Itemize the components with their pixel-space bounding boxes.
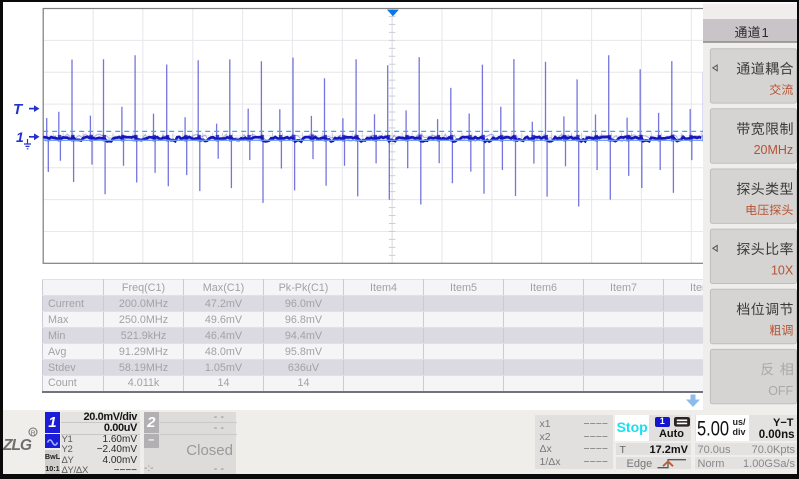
svg-text:T: T bbox=[13, 101, 24, 118]
svg-text:1: 1 bbox=[762, 25, 769, 40]
svg-text:R: R bbox=[31, 430, 36, 437]
svg-text:20MHz: 20MHz bbox=[754, 143, 794, 157]
svg-text:10X: 10X bbox=[771, 263, 794, 277]
svg-text:ZLG: ZLG bbox=[3, 437, 32, 454]
svg-text:1: 1 bbox=[16, 129, 24, 145]
svg-text:OFF: OFF bbox=[768, 384, 793, 398]
